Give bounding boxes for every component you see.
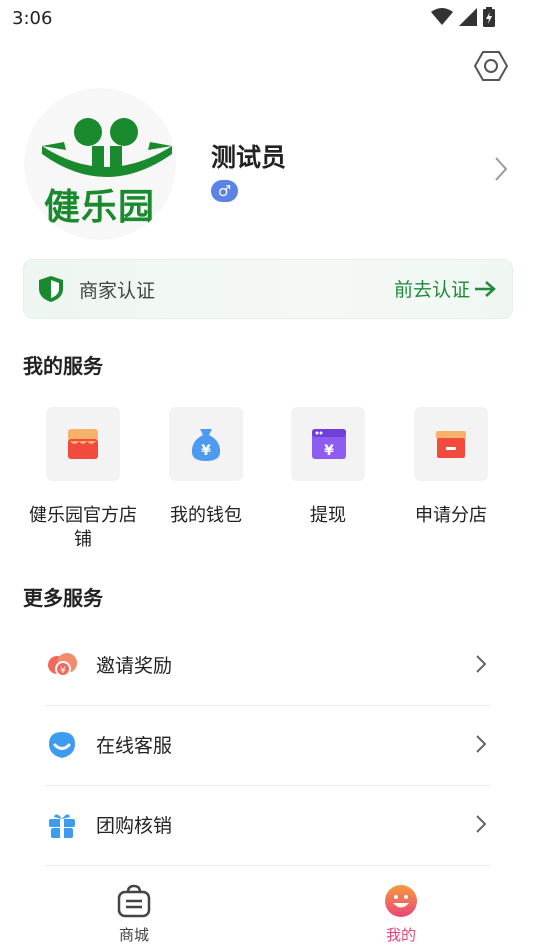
my-services-title: 我的服务	[23, 354, 103, 378]
svg-text:¥: ¥	[201, 443, 211, 459]
signal-icon	[459, 8, 477, 26]
svg-text:¥: ¥	[60, 666, 66, 676]
withdraw-icon: ¥	[312, 429, 346, 459]
gift-box-icon	[49, 814, 75, 838]
arrow-right-icon	[475, 280, 496, 297]
service-label: 提现	[310, 505, 346, 526]
chevron-right-icon[interactable]	[494, 156, 508, 182]
chevron-right-icon	[476, 815, 486, 833]
username[interactable]: 测试员	[211, 138, 286, 174]
branch-store-icon-box	[414, 407, 488, 481]
money-bag-icon: ¥	[191, 429, 221, 461]
shop-icon-box	[46, 407, 120, 481]
tab-label: 我的	[385, 926, 416, 944]
money-bag-icon-box: ¥	[169, 407, 243, 481]
tab-mall[interactable]: 商城	[94, 884, 174, 945]
tab-mine[interactable]: 我的	[361, 884, 441, 945]
list-item-online-service[interactable]: 在线客服	[44, 705, 490, 786]
tab-label: 商城	[118, 926, 149, 944]
list-item-label: 在线客服	[96, 735, 173, 757]
list-item-group-buy-verify[interactable]: 团购核销	[44, 785, 490, 866]
list-item-label: 邀请奖励	[96, 655, 173, 677]
service-official-store[interactable]: 健乐园官方店铺	[23, 407, 143, 552]
smiley-icon	[385, 885, 417, 917]
more-services-title: 更多服务	[23, 586, 103, 610]
bag-icon	[117, 884, 151, 918]
service-wallet[interactable]: ¥ 我的钱包	[146, 407, 266, 528]
withdraw-icon-box: ¥	[291, 407, 365, 481]
logo-text: 健乐园	[44, 187, 156, 228]
list-item-invite-reward[interactable]: ¥ 邀请奖励	[44, 625, 490, 706]
shield-icon	[39, 276, 63, 302]
gender-badge: ♂	[211, 180, 238, 202]
merchant-label: 商家认证	[79, 280, 156, 302]
invite-reward-icon: ¥	[48, 653, 77, 677]
service-withdraw[interactable]: ¥ 提现	[268, 407, 388, 528]
service-label: 健乐园官方店铺	[29, 505, 137, 550]
chevron-right-icon	[476, 735, 486, 753]
shop-icon	[68, 429, 98, 459]
branch-store-icon	[436, 431, 466, 458]
customer-service-icon	[49, 732, 75, 758]
status-time: 3:06	[12, 8, 53, 29]
go-verify-link[interactable]: 前去认证	[394, 275, 496, 302]
wifi-icon	[431, 8, 453, 25]
svg-text:¥: ¥	[324, 443, 334, 459]
merchant-verification-banner[interactable]: 商家认证 前去认证	[23, 259, 513, 319]
status-icons	[431, 7, 495, 27]
bottom-tab-bar: 商城 我的	[0, 876, 535, 951]
battery-icon	[483, 7, 495, 27]
service-apply-branch[interactable]: 申请分店	[391, 407, 511, 528]
service-label: 我的钱包	[170, 505, 242, 526]
service-label: 申请分店	[415, 505, 487, 526]
chevron-right-icon	[476, 655, 486, 673]
go-verify-label: 前去认证	[393, 279, 470, 301]
avatar[interactable]: 健乐园	[24, 88, 176, 240]
list-item-label: 团购核销	[96, 815, 173, 837]
settings-hexagon-icon[interactable]	[474, 49, 508, 83]
